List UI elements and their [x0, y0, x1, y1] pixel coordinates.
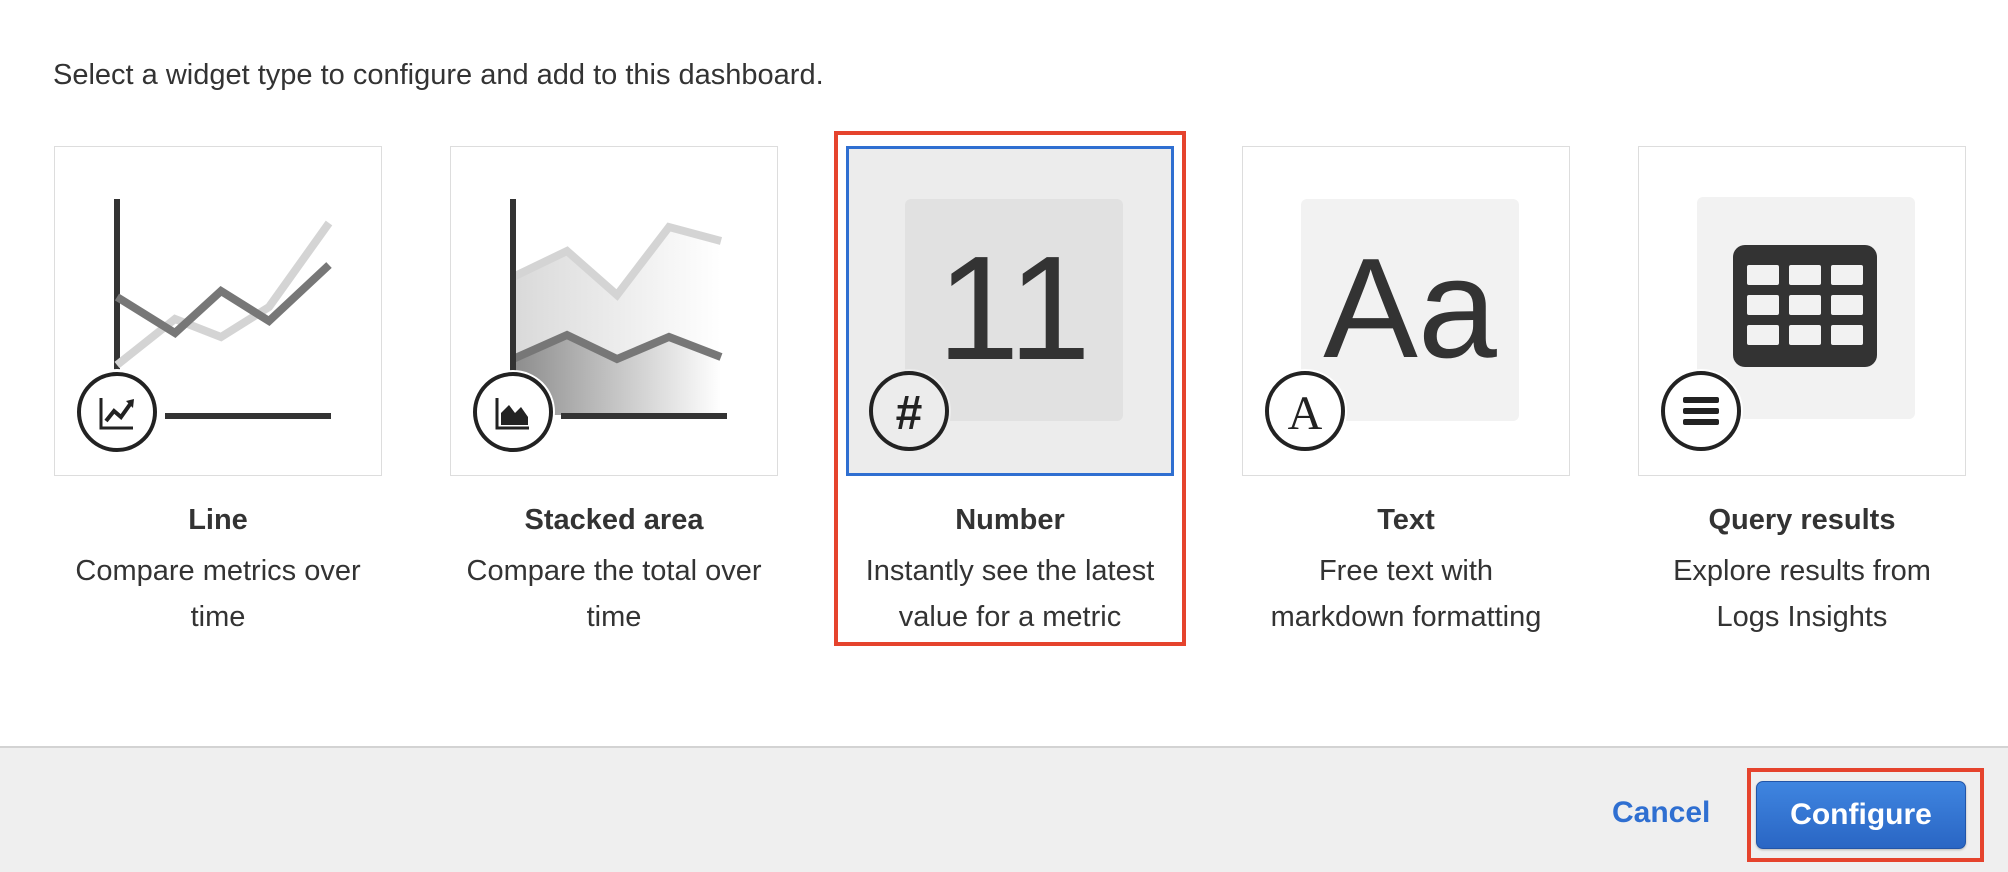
widget-description: Compare metrics over time [75, 555, 361, 633]
cancel-button[interactable]: Cancel [1612, 796, 1710, 830]
widget-title: Text [1377, 504, 1435, 536]
number-illustration: 11 # [867, 199, 1123, 453]
stacked-area-illustration [471, 199, 727, 454]
widget-title: Line [188, 504, 248, 536]
text-widget-preview: Aa A [1242, 146, 1570, 476]
widget-description: Explore results from Logs Insights [1673, 555, 1931, 633]
instruction-text: Select a widget type to configure and ad… [53, 59, 824, 91]
text-preview-sample: Aa [1323, 229, 1497, 388]
line-chart-illustration [74, 199, 333, 455]
number-preview-value: 11 [937, 226, 1091, 391]
widget-title: Stacked area [524, 504, 704, 536]
widget-description: Instantly see the latest value for a met… [865, 555, 1155, 633]
stacked-area-widget-preview [450, 146, 778, 476]
list-icon [1683, 397, 1719, 425]
query-results-illustration [1659, 197, 1915, 453]
number-widget-preview: 11 # [846, 146, 1174, 476]
configure-button[interactable]: Configure [1756, 781, 1966, 849]
text-icon: A [1288, 387, 1323, 440]
add-widget-dialog: Select a widget type to configure and ad… [0, 0, 2008, 872]
hash-icon: # [896, 387, 923, 440]
query-results-widget-preview [1638, 146, 1966, 476]
widget-description: Compare the total over time [466, 555, 762, 633]
widget-title: Number [955, 504, 1065, 536]
widget-description: Free text with markdown formatting [1270, 555, 1542, 633]
text-illustration: Aa A [1263, 199, 1519, 453]
widget-title: Query results [1708, 504, 1896, 536]
line-widget-preview [54, 146, 382, 476]
table-grid-icon [1733, 245, 1877, 367]
